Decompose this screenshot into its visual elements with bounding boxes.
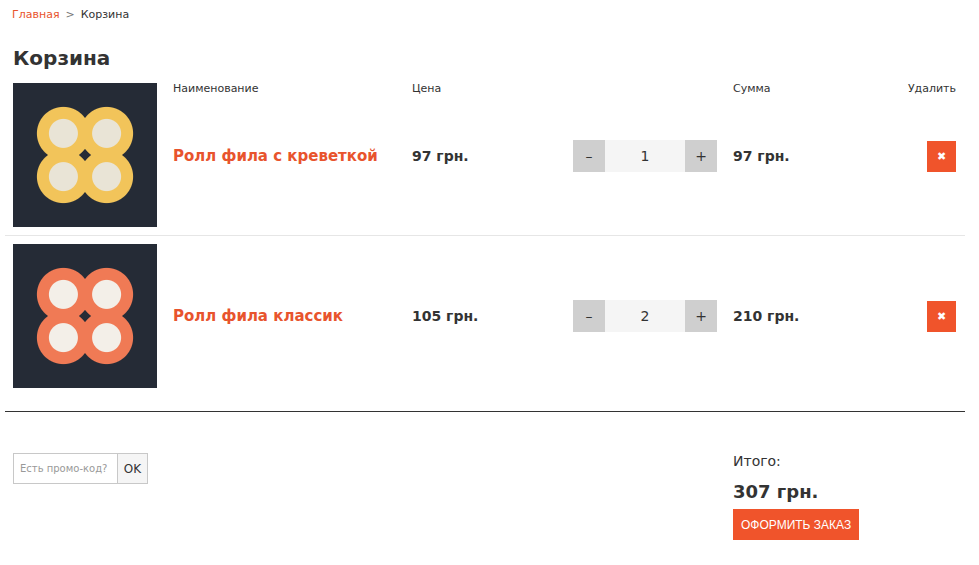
sum-cell: 210 грн.: [733, 308, 927, 324]
product-price: 97 грн.: [412, 148, 469, 164]
decrease-button[interactable]: –: [573, 140, 605, 172]
sum-cell: 97 грн.: [733, 148, 908, 176]
checkout-button[interactable]: ОФОРМИТЬ ЗАКАЗ: [733, 509, 859, 540]
column-header: Удалить: [908, 83, 956, 95]
breadcrumb-item[interactable]: Главная: [12, 8, 60, 21]
column-header: Цена: [412, 83, 573, 95]
product-link[interactable]: Ролл фила с креветкой: [173, 147, 378, 165]
delete-cell: ✖: [927, 141, 956, 184]
delete-cell: ✖: [927, 301, 956, 332]
promo-form: OK: [13, 453, 733, 484]
cart-page: Главная>КорзинаКорзинаНаименованиеЦенаСу…: [0, 0, 979, 540]
row-sum: 210 грн.: [733, 308, 799, 324]
breadcrumbs: Главная > Корзина: [0, 6, 979, 22]
page-title: Корзина: [0, 22, 979, 70]
delete-button[interactable]: ✖: [927, 301, 956, 332]
product-image[interactable]: [13, 244, 157, 388]
product-image[interactable]: [13, 83, 157, 227]
quantity-stepper: –+: [573, 140, 717, 172]
product-price: 105 грн.: [412, 308, 478, 324]
row-sum: 97 грн.: [733, 148, 790, 164]
quantity-stepper: –+: [573, 300, 717, 332]
quantity-cell: –+: [573, 300, 733, 332]
price-cell: 97 грн.: [412, 148, 573, 176]
product-link[interactable]: Ролл фила классик: [173, 307, 343, 325]
cart-row: НаименованиеЦена СуммаУдалить Ролл фила с …: [5, 83, 965, 235]
price-cell: 105 грн.: [412, 308, 573, 324]
increase-button[interactable]: +: [685, 300, 717, 332]
total-label: Итого:: [733, 453, 979, 471]
divider: [5, 411, 965, 412]
breadcrumb-separator: >: [66, 8, 75, 21]
delete-button[interactable]: ✖: [927, 141, 956, 172]
quantity-cell: –+: [573, 140, 733, 184]
breadcrumb-item: Корзина: [81, 8, 129, 21]
quantity-input[interactable]: [605, 140, 685, 172]
decrease-button[interactable]: –: [573, 300, 605, 332]
promo-ok-button[interactable]: OK: [117, 453, 148, 484]
column-header: Сумма: [733, 83, 908, 95]
cart-row: Ролл фила классик105 грн.–+210 грн.✖: [5, 235, 965, 411]
total-block: Итого: 307 грн. ОФОРМИТЬ ЗАКАЗ: [733, 453, 979, 540]
cart-footer: OK Итого: 307 грн. ОФОРМИТЬ ЗАКАЗ: [0, 453, 979, 540]
total-value: 307 грн.: [733, 481, 979, 503]
column-header: Наименование: [173, 83, 412, 95]
name-cell: Ролл фила с креветкой: [173, 147, 412, 177]
cart-table: НаименованиеЦена СуммаУдалить Ролл фила с …: [5, 83, 965, 411]
promo-input[interactable]: [13, 453, 117, 484]
increase-button[interactable]: +: [685, 140, 717, 172]
quantity-input[interactable]: [605, 300, 685, 332]
name-cell: Ролл фила классик: [173, 307, 412, 325]
